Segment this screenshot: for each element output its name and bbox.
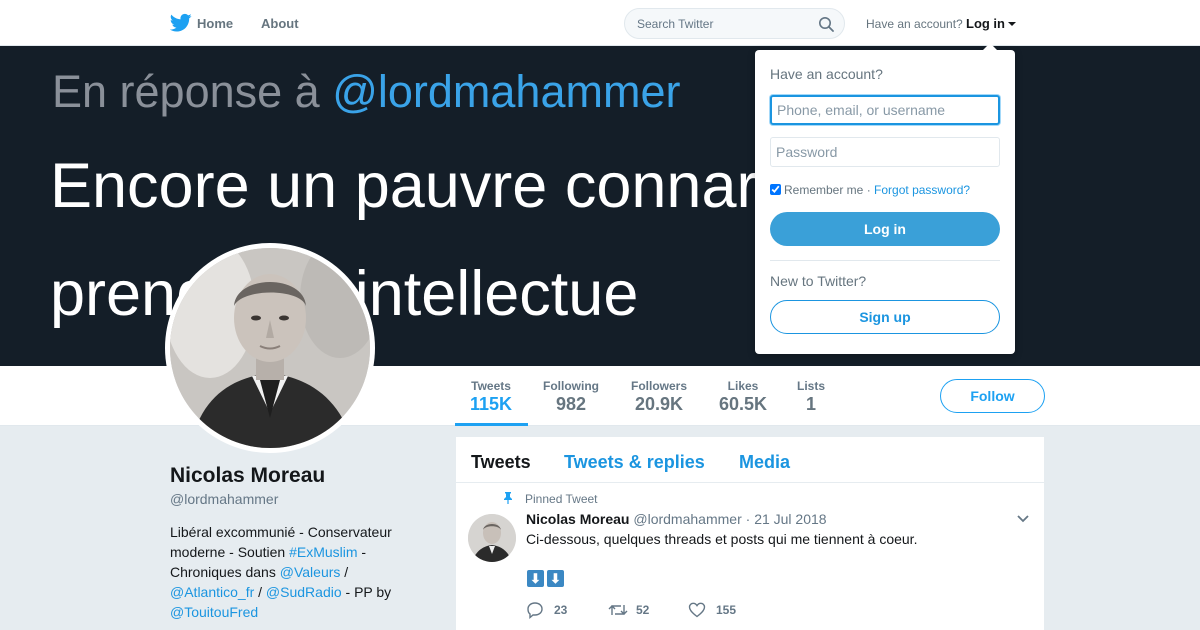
bio-mention-link[interactable]: @SudRadio [266, 584, 342, 600]
login-dropdown: Have an account? Remember me · Forgot pa… [755, 43, 1015, 354]
nav-about-link[interactable]: About [261, 16, 299, 31]
stat-label: Lists [797, 379, 826, 393]
bio-text: - PP by [341, 584, 392, 600]
profile-name[interactable]: Nicolas Moreau [170, 464, 325, 488]
like-count: 155 [716, 603, 737, 617]
stat-label: Likes [727, 379, 759, 393]
follow-button[interactable]: Follow [940, 379, 1045, 413]
tab-tweets-replies[interactable]: Tweets & replies [564, 452, 705, 473]
tweet-avatar-image [468, 514, 516, 562]
forgot-password-link[interactable]: Forgot password? [874, 183, 970, 197]
tweet-actions: 23 52 155 [526, 601, 826, 621]
bio-mention-link[interactable]: @Atlantico_fr [170, 584, 254, 600]
stat-label: Tweets [471, 379, 511, 393]
profile-avatar[interactable] [165, 243, 375, 453]
down-arrow-emoji-icon: ⬇ [547, 570, 564, 587]
remember-me-label[interactable]: Remember me [784, 183, 863, 197]
stat-following[interactable]: Following 982 [543, 379, 599, 415]
top-navigation-bar: Home About Search Twitter Have an accoun… [0, 0, 1200, 46]
retweet-count: 52 [636, 603, 650, 617]
stat-likes[interactable]: Likes 60.5K [719, 379, 767, 415]
dropdown-divider [770, 260, 1000, 261]
stat-followers[interactable]: Followers 20.9K [631, 379, 687, 415]
banner-text-line2: Encore un pauvre connar [50, 151, 758, 221]
remember-me-checkbox[interactable] [770, 184, 781, 195]
signup-button[interactable]: Sign up [770, 300, 1000, 334]
stat-label: Followers [631, 379, 688, 393]
heart-icon[interactable] [688, 601, 706, 619]
down-arrow-emoji-icon: ⬇ [527, 570, 544, 587]
banner-text-line1: En réponse à @lordmahammer [52, 66, 680, 118]
active-stat-underline [455, 423, 528, 426]
timeline-tabs: Tweets Tweets & replies Media [456, 437, 1044, 483]
stat-label: Following [543, 379, 599, 393]
bio-hashtag-link[interactable]: #ExMuslim [289, 544, 357, 560]
stat-value: 115K [470, 394, 513, 414]
pin-icon [504, 492, 512, 504]
avatar-portrait-image [170, 248, 370, 448]
profile-bio: Libéral excommunié - Conservateur modern… [170, 522, 410, 622]
tweet-header: Nicolas Moreau @lordmahammer · 21 Jul 20… [526, 511, 827, 527]
reply-count: 23 [554, 603, 568, 617]
username-field[interactable] [770, 95, 1000, 125]
login-dropdown-title: Have an account? [770, 66, 883, 82]
tweet-separator: · [745, 511, 751, 527]
tweet-author-avatar[interactable] [468, 514, 516, 562]
login-toggle-label[interactable]: Log in [966, 16, 1005, 31]
bio-text: / [254, 584, 266, 600]
search-input[interactable]: Search Twitter [637, 17, 713, 31]
stat-lists[interactable]: Lists 1 [797, 379, 825, 415]
tweet-date[interactable]: 21 Jul 2018 [754, 511, 826, 527]
remember-row: Remember me · Forgot password? [770, 183, 970, 197]
tab-media[interactable]: Media [739, 452, 790, 473]
tweet-author-handle[interactable]: @lordmahammer [633, 511, 741, 527]
new-to-twitter-label: New to Twitter? [770, 273, 867, 289]
stat-value: 20.9K [634, 394, 684, 414]
tab-tweets[interactable]: Tweets [471, 452, 531, 473]
reply-icon[interactable] [526, 601, 544, 619]
stat-tweets[interactable]: Tweets 115K [470, 379, 512, 415]
login-button[interactable]: Log in [770, 212, 1000, 246]
remember-separator: · [866, 183, 871, 197]
bio-mention-link[interactable]: @TouitouFred [170, 604, 258, 620]
chevron-down-icon[interactable] [1016, 514, 1030, 524]
banner-mention: @lordmahammer [332, 66, 681, 117]
search-box[interactable]: Search Twitter [624, 8, 845, 39]
bio-text: / [340, 564, 349, 580]
timeline-panel: Tweets Tweets & replies Media Pinned Twe… [456, 437, 1044, 630]
twitter-bird-icon[interactable] [170, 13, 192, 33]
search-icon[interactable] [818, 16, 834, 32]
banner-prefix: En réponse à [52, 66, 333, 117]
caret-down-icon[interactable] [1008, 22, 1016, 26]
have-account-label: Have an account? [866, 17, 963, 31]
password-field[interactable] [770, 137, 1000, 167]
tweet-text: Ci-dessous, quelques threads et posts qu… [526, 531, 918, 547]
tweet-author-name[interactable]: Nicolas Moreau [526, 511, 629, 527]
retweet-icon[interactable] [608, 601, 628, 619]
pinned-tweet-label: Pinned Tweet [525, 492, 598, 506]
login-dropdown-toggle[interactable]: Log in [966, 16, 1016, 31]
stat-value: 60.5K [719, 394, 768, 414]
stat-value: 1 [806, 394, 817, 414]
avatar-photo [170, 248, 370, 448]
nav-home-link[interactable]: Home [197, 16, 233, 31]
profile-handle[interactable]: @lordmahammer [170, 491, 278, 507]
stat-value: 982 [555, 394, 587, 414]
bio-mention-link[interactable]: @Valeurs [280, 564, 341, 580]
